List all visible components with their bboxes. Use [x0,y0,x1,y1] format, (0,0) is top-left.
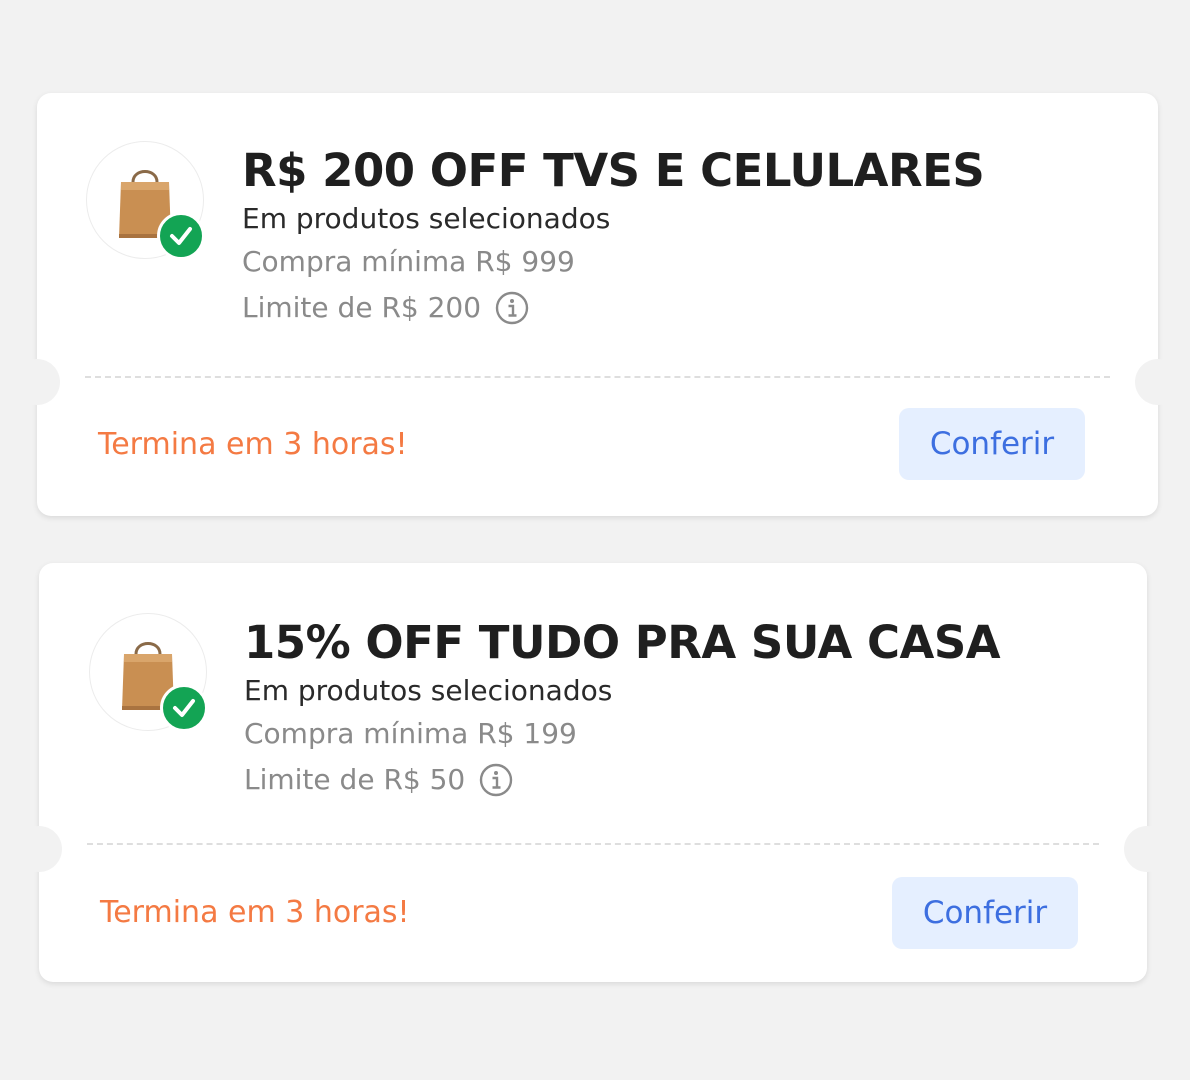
coupon-icon-container [89,613,208,732]
coupon-card: R$ 200 OFF TVS E CELULARES Em produtos s… [14,93,1181,516]
dashed-divider [85,376,1110,378]
coupon-subtitle: Em produtos selecionados [244,674,613,707]
coupon-expiry: Termina em 3 horas! [98,427,408,462]
check-icon [157,212,205,260]
coupon-limit-row: Limite de R$ 200 [242,285,984,331]
check-icon [160,684,208,732]
info-icon[interactable] [479,763,513,797]
coupon-subtitle: Em produtos selecionados [242,202,611,235]
ticket-notch-right [1124,826,1170,872]
coupon-limit-row: Limite de R$ 50 [244,757,1000,803]
coupon-limit: Limite de R$ 50 [244,763,466,796]
conferir-button[interactable]: Conferir [892,877,1078,949]
coupon-text: R$ 200 OFF TVS E CELULARES Em produtos s… [242,143,985,331]
ticket-notch-left [14,359,60,405]
dashed-divider [87,843,1099,845]
coupon-text: 15% OFF TUDO PRA SUA CASA Em produtos se… [244,615,1001,803]
coupon-limit: Limite de R$ 200 [242,291,482,324]
conferir-button[interactable]: Conferir [899,408,1085,480]
coupon-min-purchase: Compra mínima R$ 999 [242,245,575,278]
coupon-title: 15% OFF TUDO PRA SUA CASA [244,616,1001,669]
coupon-min-purchase: Compra mínima R$ 199 [244,717,577,750]
info-icon[interactable] [495,291,529,325]
ticket-notch-right [1135,359,1181,405]
coupon-expiry: Termina em 3 horas! [100,895,410,930]
coupon-title: R$ 200 OFF TVS E CELULARES [242,144,985,197]
coupon-card: 15% OFF TUDO PRA SUA CASA Em produtos se… [16,563,1170,982]
ticket-notch-left [16,826,62,872]
coupon-icon-container [86,141,205,260]
